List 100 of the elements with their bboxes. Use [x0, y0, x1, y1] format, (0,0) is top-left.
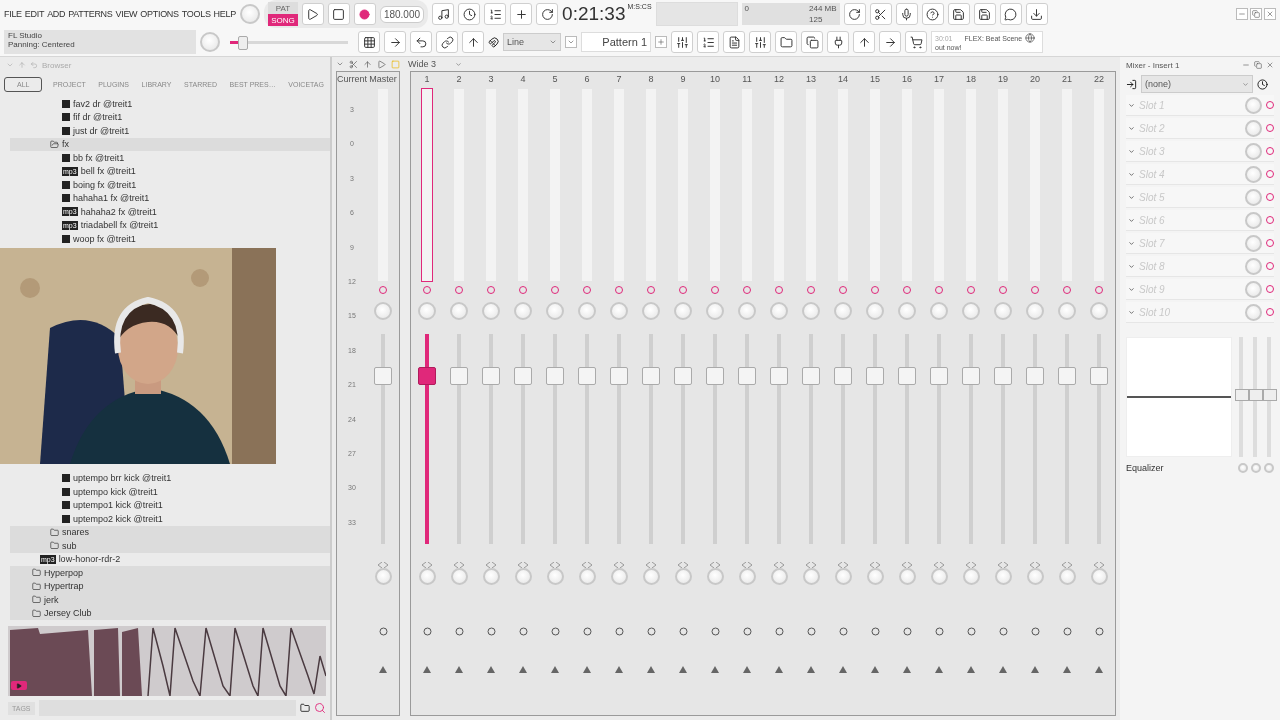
file-name[interactable]: boing fx @treit1	[73, 179, 137, 190]
step-sequencer-button[interactable]	[697, 31, 719, 53]
menu-item[interactable]: TOOLS	[181, 9, 211, 19]
metronome-button[interactable]	[432, 3, 455, 25]
snap-select[interactable]: Line	[503, 33, 561, 51]
pan-knob[interactable]	[546, 302, 564, 320]
arrow-up-icon[interactable]	[647, 666, 655, 673]
pan-knob[interactable]	[578, 302, 596, 320]
pan-knob[interactable]	[374, 302, 392, 320]
master-volume-knob[interactable]	[239, 4, 260, 24]
folder-name[interactable]: Jersey Club	[44, 608, 92, 619]
menu-item[interactable]: EDIT	[24, 9, 45, 19]
stereo-knob[interactable]	[770, 568, 788, 585]
folder-name[interactable]: Hyperpop	[44, 567, 84, 578]
arrow-up-icon[interactable]	[1031, 666, 1039, 673]
stereo-knob[interactable]	[1026, 568, 1044, 585]
menu-item[interactable]: PATTERNS	[68, 9, 113, 19]
stereo-knob[interactable]	[610, 568, 628, 585]
arrow-up-icon[interactable]	[775, 666, 783, 673]
eq-slider-thumb[interactable]	[1235, 389, 1249, 401]
pan-knob[interactable]	[450, 302, 468, 320]
pan-knob[interactable]	[802, 302, 820, 320]
volume-fader[interactable]	[994, 367, 1012, 385]
file-name[interactable]: hahaha1 fx @treit1	[73, 193, 150, 204]
mix-knob[interactable]	[1245, 119, 1262, 137]
mix-knob[interactable]	[1245, 211, 1262, 229]
folder-name[interactable]: snares	[62, 527, 89, 538]
mix-knob[interactable]	[1245, 165, 1262, 183]
file-name[interactable]: fav2 dr @treit1	[73, 98, 133, 109]
pan-knob[interactable]	[866, 302, 884, 320]
file-name[interactable]: just dr @treit1	[73, 125, 130, 136]
folder-name[interactable]: fx	[62, 139, 69, 150]
arrow-up-icon[interactable]	[679, 666, 687, 673]
stereo-knob[interactable]	[706, 568, 724, 585]
volume-fader[interactable]	[1090, 367, 1108, 385]
menu-item[interactable]: VIEW	[115, 9, 138, 19]
stereo-knob[interactable]	[642, 568, 660, 585]
record-button[interactable]	[353, 3, 376, 25]
arrow-up-icon[interactable]	[903, 666, 911, 673]
stamp-button[interactable]	[462, 31, 484, 53]
menu-item[interactable]: FILE	[4, 9, 22, 19]
arrow-up-icon[interactable]	[455, 666, 463, 673]
stereo-knob[interactable]	[374, 568, 392, 585]
countdown-button[interactable]	[484, 3, 507, 25]
export-button[interactable]	[1025, 3, 1048, 25]
file-name[interactable]: triadabell fx @treit1	[80, 220, 159, 231]
volume-fader[interactable]	[418, 367, 436, 385]
pan-knob[interactable]	[962, 302, 980, 320]
save-button[interactable]	[947, 3, 970, 25]
pan-knob[interactable]	[834, 302, 852, 320]
menu-item[interactable]: OPTIONS	[140, 9, 179, 19]
arrow-up-icon[interactable]	[551, 666, 559, 673]
undo-button[interactable]	[843, 3, 866, 25]
volume-fader[interactable]	[374, 367, 392, 385]
link-button[interactable]	[436, 31, 458, 53]
pan-knob[interactable]	[770, 302, 788, 320]
volume-fader[interactable]	[834, 367, 852, 385]
pan-knob[interactable]	[706, 302, 724, 320]
file-name[interactable]: hahaha2 fx @treit1	[80, 206, 157, 217]
browser-button[interactable]	[775, 31, 797, 53]
stereo-knob[interactable]	[930, 568, 948, 585]
stereo-knob[interactable]	[1090, 568, 1108, 585]
arrow-up-icon[interactable]	[871, 666, 879, 673]
add-pattern-button[interactable]	[655, 36, 667, 48]
folder-name[interactable]: Hypertrap	[44, 581, 84, 592]
render-button[interactable]	[973, 3, 996, 25]
stereo-knob[interactable]	[674, 568, 692, 585]
arrow-up-icon[interactable]	[743, 666, 751, 673]
volume-fader[interactable]	[546, 367, 564, 385]
play-button[interactable]	[301, 3, 324, 25]
arrow-up-icon[interactable]	[519, 666, 527, 673]
volume-fader[interactable]	[482, 367, 500, 385]
volume-fader[interactable]	[514, 367, 532, 385]
master-pitch-knob[interactable]	[200, 32, 220, 52]
mix-knob[interactable]	[1245, 303, 1262, 321]
volume-fader[interactable]	[866, 367, 884, 385]
volume-fader[interactable]	[1058, 367, 1076, 385]
preview-play-button[interactable]	[11, 681, 27, 690]
channel-rack-button[interactable]	[723, 31, 745, 53]
volume-fader[interactable]	[738, 367, 756, 385]
stereo-knob[interactable]	[834, 568, 852, 585]
touch-button[interactable]	[853, 31, 875, 53]
volume-fader[interactable]	[450, 367, 468, 385]
pattern-menu-button[interactable]	[565, 36, 577, 48]
wait-button[interactable]	[458, 3, 481, 25]
file-name[interactable]: bell fx @treit1	[80, 166, 136, 177]
folder-name[interactable]: sub	[62, 540, 77, 551]
folder-name[interactable]: jerk	[44, 594, 59, 605]
file-name[interactable]: low-honor-rdr-2	[58, 554, 121, 565]
stereo-knob[interactable]	[578, 568, 596, 585]
arrow-up-icon[interactable]	[615, 666, 623, 673]
tempo-display[interactable]: 180.000	[379, 5, 425, 23]
volume-fader[interactable]	[898, 367, 916, 385]
plugin-button[interactable]	[827, 31, 849, 53]
volume-fader[interactable]	[962, 367, 980, 385]
stereo-knob[interactable]	[546, 568, 564, 585]
stereo-knob[interactable]	[482, 568, 500, 585]
stereo-knob[interactable]	[994, 568, 1012, 585]
file-name[interactable]: bb fx @treit1	[73, 152, 125, 163]
stereo-knob[interactable]	[898, 568, 916, 585]
